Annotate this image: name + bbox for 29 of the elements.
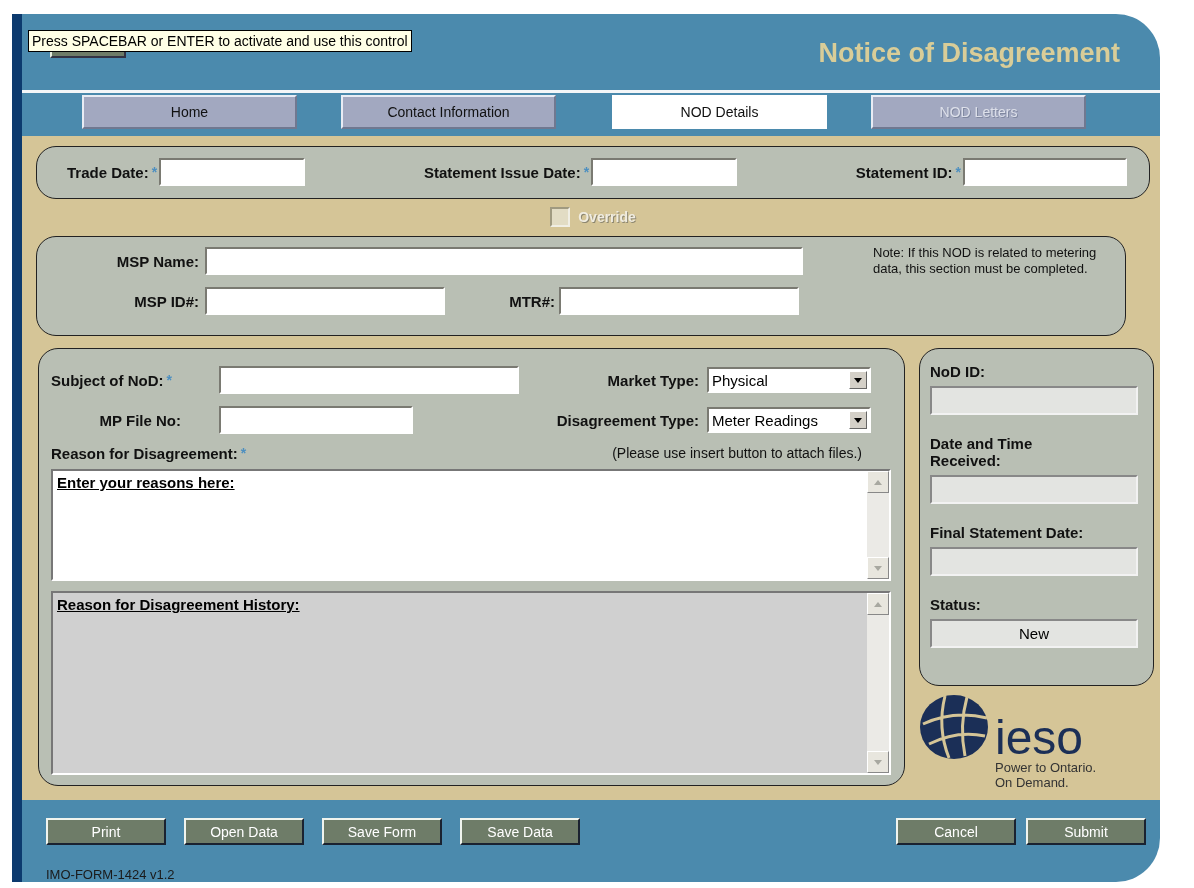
tagline-text: Power to Ontario. bbox=[995, 760, 1098, 775]
required-mark: * bbox=[583, 164, 590, 181]
form-title: Notice of Disagreement bbox=[818, 37, 1120, 69]
field-label: MSP Name: bbox=[115, 252, 200, 270]
tooltip: Press SPACEBAR or ENTER to activate and use this control bbox=[28, 30, 412, 52]
field-label: Subject of NoD: bbox=[51, 371, 164, 389]
field-label: MTR#: bbox=[508, 292, 556, 310]
form-id-text: IMO-FORM-1424 v1.2 bbox=[46, 867, 176, 882]
field-label: NoD ID: bbox=[930, 363, 986, 380]
field-label: Disagreement Type: bbox=[555, 411, 700, 429]
field-label: Date and Time Received: bbox=[930, 435, 1034, 469]
field-label: Statement Issue Date: bbox=[423, 163, 581, 181]
tagline-text: On Demand. bbox=[995, 775, 1070, 790]
logo-wordmark: ieso bbox=[995, 716, 1084, 760]
field-label: MSP ID#: bbox=[133, 292, 200, 310]
hint-text: (Please use insert button to attach files.) bbox=[612, 445, 862, 461]
required-mark: * bbox=[955, 164, 961, 181]
field-label: Final Statement Date: bbox=[930, 524, 1085, 541]
checkbox-label: Override bbox=[578, 209, 636, 226]
field-label: Trade Date: bbox=[67, 163, 149, 181]
field-label: Statement ID: bbox=[855, 163, 953, 181]
required-mark: * bbox=[151, 164, 158, 181]
note-text: Note: If this NOD is related to metering data, this section must be completed. bbox=[873, 245, 1098, 278]
field-label: Status: bbox=[930, 596, 982, 613]
field-label: Market Type: bbox=[606, 371, 700, 389]
required-mark: * bbox=[240, 444, 247, 462]
field-label: MP File No: bbox=[98, 411, 182, 429]
field-label: Reason for Disagreement: bbox=[51, 444, 238, 462]
required-mark: * bbox=[166, 371, 172, 389]
